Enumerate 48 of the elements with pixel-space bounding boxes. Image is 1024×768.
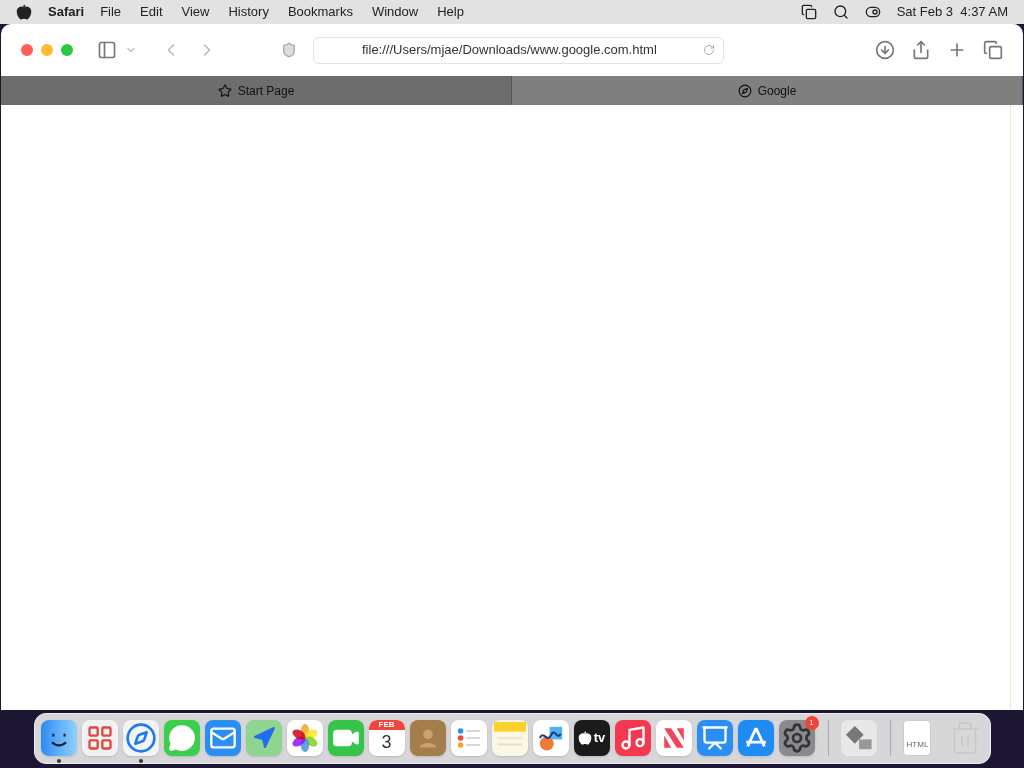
menu-item[interactable]: Edit bbox=[140, 2, 163, 22]
address-field[interactable]: file:///Users/mjae/Downloads/www.google.com.html bbox=[313, 36, 724, 64]
tab[interactable]: Google bbox=[512, 76, 1023, 105]
download-icon[interactable] bbox=[875, 40, 895, 60]
app-menu[interactable]: Safari bbox=[48, 2, 85, 22]
app-icon[interactable] bbox=[40, 720, 77, 756]
menu-item[interactable]: Bookmarks bbox=[287, 2, 353, 22]
flower-icon bbox=[290, 724, 319, 752]
close-button[interactable] bbox=[21, 44, 33, 56]
share-icon[interactable] bbox=[911, 40, 931, 60]
reload-icon[interactable] bbox=[703, 44, 715, 56]
app-icon[interactable] bbox=[286, 720, 323, 756]
grid-icon bbox=[85, 724, 114, 752]
tab[interactable]: Start Page bbox=[1, 76, 512, 105]
shield-icon[interactable] bbox=[281, 42, 297, 58]
search-icon[interactable] bbox=[832, 4, 849, 20]
tv-label: tv bbox=[593, 729, 606, 748]
url-text: file:///Users/mjae/Downloads/www.google.com.html bbox=[362, 41, 658, 60]
apple-icon bbox=[577, 731, 592, 745]
computers-icon bbox=[845, 724, 873, 752]
app-icon[interactable] bbox=[532, 720, 569, 756]
app-icon[interactable] bbox=[778, 720, 815, 756]
tab-overview-icon[interactable] bbox=[983, 40, 1003, 60]
sidebar-icon[interactable] bbox=[97, 40, 117, 60]
compass-icon bbox=[124, 722, 157, 754]
day-number: 3 bbox=[381, 731, 392, 754]
zoom-button[interactable] bbox=[61, 44, 73, 56]
menu-item[interactable]: View bbox=[181, 2, 210, 22]
podium-icon bbox=[700, 724, 729, 752]
app-icon[interactable]: FEB 3 bbox=[368, 720, 405, 756]
month-label: FEB bbox=[368, 720, 405, 730]
windows-icon[interactable] bbox=[800, 4, 817, 20]
star-icon bbox=[217, 83, 232, 98]
control-center-icon[interactable] bbox=[864, 4, 881, 20]
menu-item[interactable]: File bbox=[100, 2, 122, 22]
arrow-icon bbox=[251, 726, 276, 750]
apple-icon[interactable] bbox=[16, 4, 32, 20]
menu-item[interactable]: Help bbox=[437, 2, 464, 22]
menu-item[interactable]: History bbox=[228, 2, 269, 22]
file-type-label: HTML bbox=[906, 739, 929, 751]
app-icon[interactable]: tv bbox=[573, 720, 610, 756]
document-icon[interactable]: HTML bbox=[903, 720, 932, 756]
speech-bubble-icon bbox=[167, 724, 196, 752]
scribble-icon bbox=[536, 724, 565, 752]
compass-icon bbox=[737, 83, 752, 98]
clock[interactable]: Sat Feb 3 4:37 AM bbox=[896, 2, 1008, 22]
menu-item[interactable]: Window bbox=[371, 2, 419, 22]
music-note-icon bbox=[618, 724, 647, 752]
